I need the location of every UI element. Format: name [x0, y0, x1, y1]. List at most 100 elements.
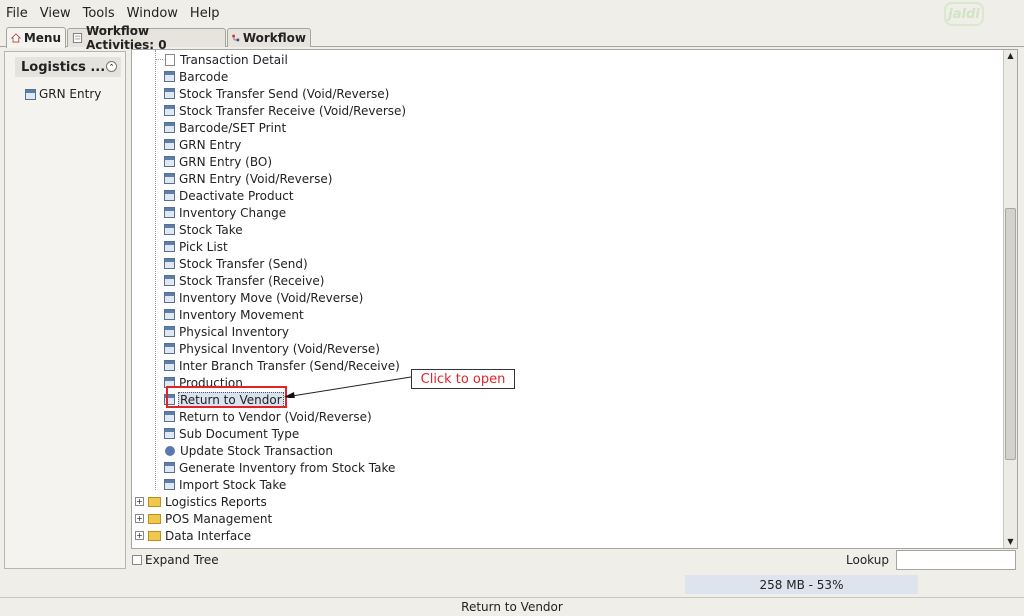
tree-item[interactable]: GRN Entry (BO) [156, 153, 273, 170]
form-icon [164, 360, 175, 371]
form-icon [164, 139, 175, 150]
form-icon [164, 462, 175, 473]
gear-icon [165, 445, 175, 456]
tree-item[interactable]: Barcode/SET Print [156, 119, 287, 136]
tree-item-label: Generate Inventory from Stock Take [179, 460, 396, 475]
tree-item-label: Update Stock Transaction [180, 443, 333, 458]
form-icon [164, 258, 175, 269]
tree-item[interactable]: Inter Branch Transfer (Send/Receive) [156, 357, 401, 374]
tree-item[interactable]: Pick List [156, 238, 229, 255]
menu-help[interactable]: Help [184, 6, 226, 21]
tab-workflow-activities[interactable]: Workflow Activities: 0 [67, 24, 226, 52]
tree-folder[interactable]: + Logistics Reports [135, 493, 268, 510]
tree-item-label: Physical Inventory (Void/Reverse) [179, 341, 380, 356]
checkbox-icon[interactable] [132, 555, 142, 565]
tree-item-label: Inventory Change [179, 205, 287, 220]
callout-label: Click to open [411, 369, 515, 389]
panel-header[interactable]: Logistics ... ⌃ [15, 57, 121, 77]
tree-item[interactable]: Stock Transfer (Receive) [156, 272, 325, 289]
folder-icon [148, 513, 161, 524]
form-icon [164, 326, 175, 337]
tree-item-label: Deactivate Product [179, 188, 294, 203]
menu-window[interactable]: Window [121, 6, 184, 21]
form-icon [164, 224, 175, 235]
form-icon [164, 71, 175, 82]
menu-view[interactable]: View [34, 6, 77, 21]
tree-item[interactable]: Barcode [156, 68, 229, 85]
scroll-thumb[interactable] [1005, 208, 1016, 460]
tree-item[interactable]: GRN Entry [156, 136, 242, 153]
tree-folder[interactable]: + Data Interface [135, 527, 252, 544]
tree-folder[interactable]: + POS Management [135, 510, 273, 527]
tree-item[interactable]: Stock Transfer Receive (Void/Reverse) [156, 102, 407, 119]
panel-title: Logistics ... [21, 59, 106, 75]
document-icon [72, 32, 83, 44]
tree-item[interactable]: Stock Transfer (Send) [156, 255, 309, 272]
tree-item-label: Inter Branch Transfer (Send/Receive) [179, 358, 400, 373]
tab-workflow[interactable]: Workflow [227, 28, 311, 47]
form-icon [164, 292, 175, 303]
folder-icon [148, 530, 161, 541]
tree-item-label: Import Stock Take [179, 477, 287, 492]
memory-indicator[interactable]: 258 MB - 53% [685, 575, 918, 594]
expand-icon[interactable]: + [135, 514, 144, 523]
menu-tools[interactable]: Tools [77, 6, 121, 21]
tree-item[interactable]: Sub Document Type [156, 425, 300, 442]
folder-icon [148, 496, 161, 507]
tree-item-label: Stock Transfer Send (Void/Reverse) [179, 86, 390, 101]
tree-item[interactable]: GRN Entry (Void/Reverse) [156, 170, 333, 187]
tree-item-label: Physical Inventory [179, 324, 289, 339]
status-bar: Return to Vendor [0, 597, 1024, 616]
tree-item-label: Return to Vendor (Void/Reverse) [179, 409, 372, 424]
tree-item[interactable]: Update Stock Transaction [156, 442, 334, 459]
form-icon [164, 105, 175, 116]
tab-bar: Menu Workflow Activities: 0 Workflow [0, 24, 1024, 52]
expand-tree-checkbox[interactable]: Expand Tree [132, 553, 219, 567]
tree-item[interactable]: Inventory Change [156, 204, 287, 221]
collapse-icon[interactable]: ⌃ [106, 61, 117, 72]
tree-folder-label: Logistics Reports [165, 494, 267, 509]
tree-item[interactable]: Return to Vendor (Void/Reverse) [156, 408, 373, 425]
callout-arrow [284, 376, 412, 398]
scroll-down-icon[interactable]: ▼ [1004, 536, 1017, 548]
home-icon [11, 33, 21, 43]
tree-item-label: GRN Entry (BO) [179, 154, 272, 169]
lookup-input[interactable] [896, 550, 1016, 570]
tree-item[interactable]: Physical Inventory [156, 323, 290, 340]
menu-file[interactable]: File [0, 6, 34, 21]
tree-item-label: Transaction Detail [180, 52, 288, 67]
tree-item[interactable]: Stock Take [156, 221, 244, 238]
tree-item-label: Stock Transfer (Send) [179, 256, 308, 271]
tab-menu[interactable]: Menu [6, 27, 66, 48]
tree-folder-label: Data Interface [165, 528, 252, 543]
tree-item-label: Stock Transfer Receive (Void/Reverse) [179, 103, 407, 118]
tree-item-label: GRN Entry [179, 137, 242, 152]
panel-item-grn-entry[interactable]: GRN Entry [25, 87, 101, 101]
tree-item[interactable]: Inventory Movement [156, 306, 305, 323]
vertical-scrollbar[interactable]: ▲ ▼ [1003, 50, 1017, 548]
form-icon [164, 241, 175, 252]
menu-tree: Transaction Detail Barcode Stock Transfe… [131, 49, 1018, 549]
tree-item[interactable]: Inventory Move (Void/Reverse) [156, 289, 364, 306]
tree-item[interactable]: Physical Inventory (Void/Reverse) [156, 340, 381, 357]
tree-folder-label: POS Management [165, 511, 273, 526]
tab-menu-label: Menu [23, 31, 61, 45]
scroll-up-icon[interactable]: ▲ [1004, 50, 1017, 62]
tab-workflow-activities-label: Workflow Activities: 0 [85, 24, 167, 52]
left-panel: Logistics ... ⌃ GRN Entry [4, 51, 126, 569]
panel-item-label: GRN Entry [39, 87, 102, 101]
tree-item[interactable]: Generate Inventory from Stock Take [156, 459, 396, 476]
expand-icon[interactable]: + [135, 531, 144, 540]
form-icon [164, 479, 175, 490]
form-icon [164, 428, 175, 439]
tree-item-label: Barcode/SET Print [179, 120, 287, 135]
tree-item-label: Barcode [179, 69, 229, 84]
tree-item-label: GRN Entry (Void/Reverse) [179, 171, 333, 186]
page-icon [165, 53, 175, 66]
form-icon [164, 122, 175, 133]
tree-item[interactable]: Import Stock Take [156, 476, 287, 493]
tree-item[interactable]: Transaction Detail [155, 51, 289, 68]
expand-icon[interactable]: + [135, 497, 144, 506]
tree-item[interactable]: Deactivate Product [156, 187, 295, 204]
tree-item[interactable]: Stock Transfer Send (Void/Reverse) [156, 85, 390, 102]
